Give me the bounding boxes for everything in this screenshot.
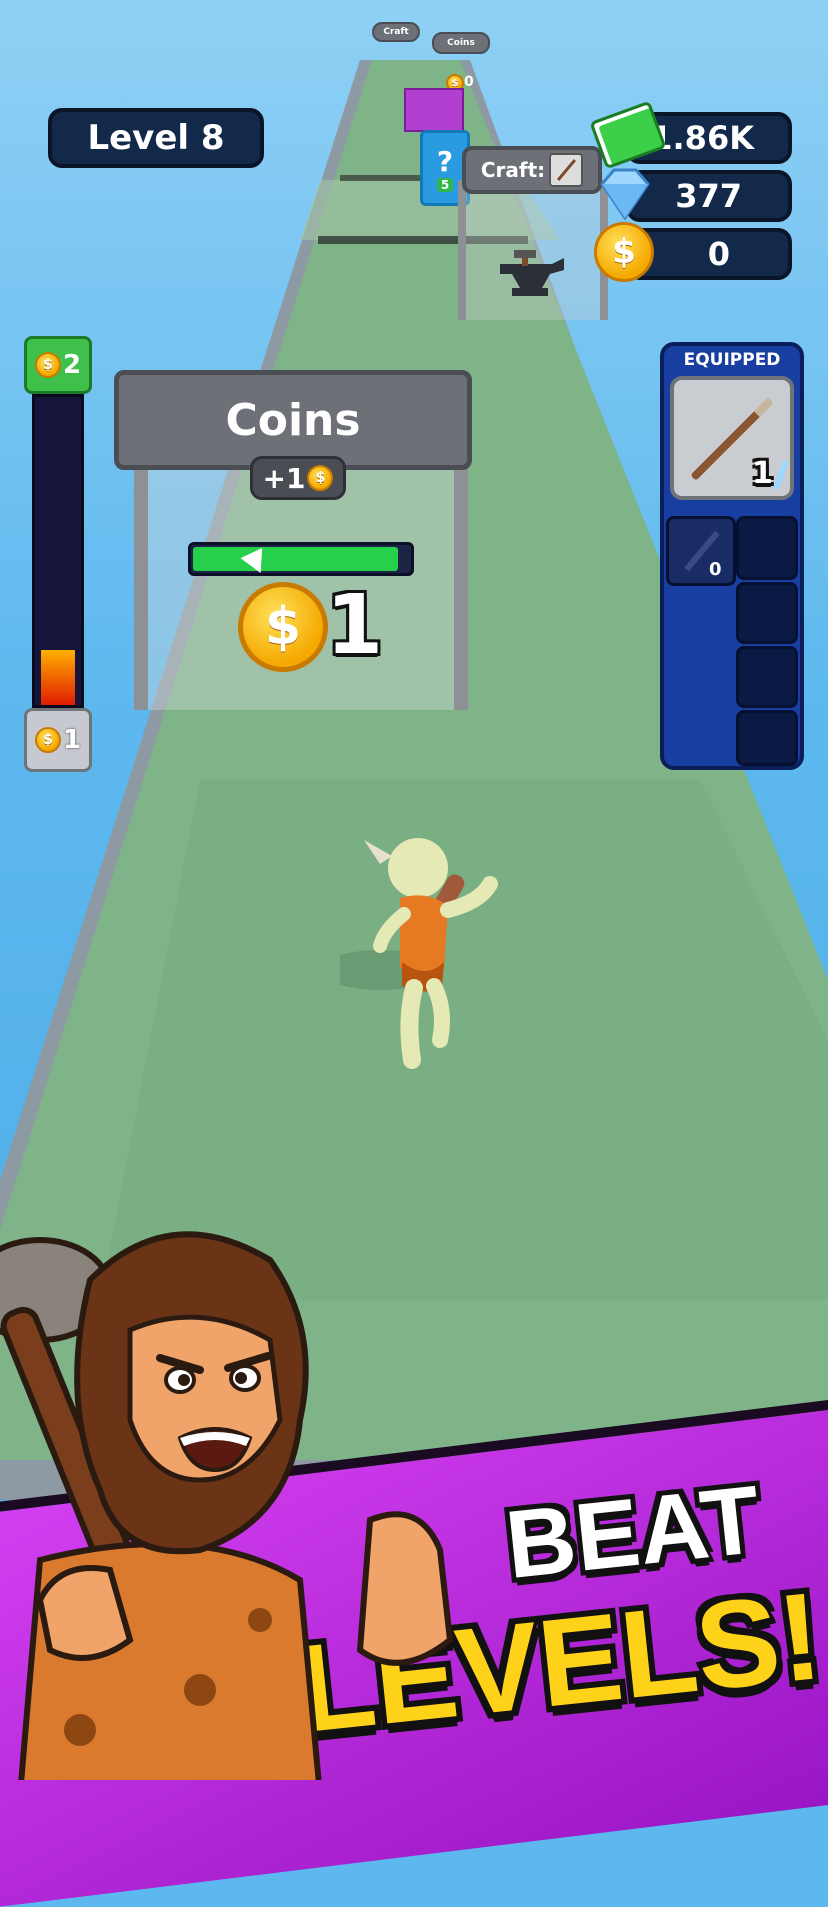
far-coins-gate: Coins <box>432 32 490 54</box>
meter-track <box>32 394 84 708</box>
gate-coin-icon: $ <box>238 582 328 672</box>
sword-badge-icon <box>773 459 789 491</box>
meter-bottom-label: 1 <box>62 725 82 755</box>
meter-bottom-badge: $ 1 <box>24 708 92 772</box>
level-label: Level 8 <box>87 118 225 158</box>
far-coins-label: Coins <box>447 38 475 48</box>
meter-top-badge: $ 2 <box>24 336 92 394</box>
far-craft-label: Craft <box>383 27 409 37</box>
craft-label: Craft: <box>480 158 546 182</box>
equipped-slot-empty-3[interactable] <box>736 646 798 708</box>
progress-meter: $ 2 $ 1 <box>24 336 92 776</box>
question-icon: ? <box>436 144 454 178</box>
purple-block-wall <box>404 88 464 132</box>
meter-bottom-coin-icon: $ <box>34 727 61 753</box>
equipped-title: EQUIPPED <box>683 350 781 370</box>
coins-gate-title: Coins <box>225 394 361 446</box>
coins-gate-progress-bar <box>188 542 414 576</box>
coins-gate-bonus-label: +1 <box>262 461 306 495</box>
coins-gate-sign: Coins <box>114 370 472 470</box>
caveman-mascot <box>0 1231 454 1780</box>
coins-value: 0 <box>707 235 730 273</box>
diamond-icon <box>600 168 650 221</box>
coins-gate-bonus-tag: +1 $ <box>250 456 346 500</box>
meter-fill <box>41 649 75 705</box>
coins-gate-value: 1 <box>326 578 384 673</box>
equipped-main-slot[interactable]: 1 <box>670 376 794 500</box>
anvil-icon <box>500 250 564 296</box>
coins-gate-progress-fill <box>193 547 399 571</box>
cash-value: 1.86K <box>650 119 754 157</box>
equipped-slot-empty-2[interactable] <box>736 582 798 644</box>
equipped-main-count: 1 <box>752 456 773 491</box>
equipped-panel: EQUIPPED 1 0 <box>660 342 804 770</box>
meter-top-coin-icon: $ <box>34 352 61 378</box>
meter-top-label: 2 <box>62 350 82 380</box>
gems-value: 377 <box>675 177 742 215</box>
bonus-coin-icon: $ <box>307 465 334 491</box>
equipped-slot-empty-1[interactable] <box>736 516 798 580</box>
far-craft-gate: Craft <box>372 22 420 42</box>
level-indicator: Level 8 <box>48 108 264 168</box>
runner-character <box>340 838 498 1069</box>
spear-icon <box>549 153 584 187</box>
equipped-slot-empty-4[interactable] <box>736 710 798 766</box>
mystery-value: 5 <box>436 177 454 192</box>
far-coin-value: 0 <box>464 74 474 90</box>
equipped-slot-sword[interactable]: 0 <box>666 516 736 586</box>
craft-gate-sign: Craft: <box>462 146 602 194</box>
coin-icon: $ <box>594 222 654 282</box>
equipped-secondary-count: 0 <box>709 559 722 580</box>
